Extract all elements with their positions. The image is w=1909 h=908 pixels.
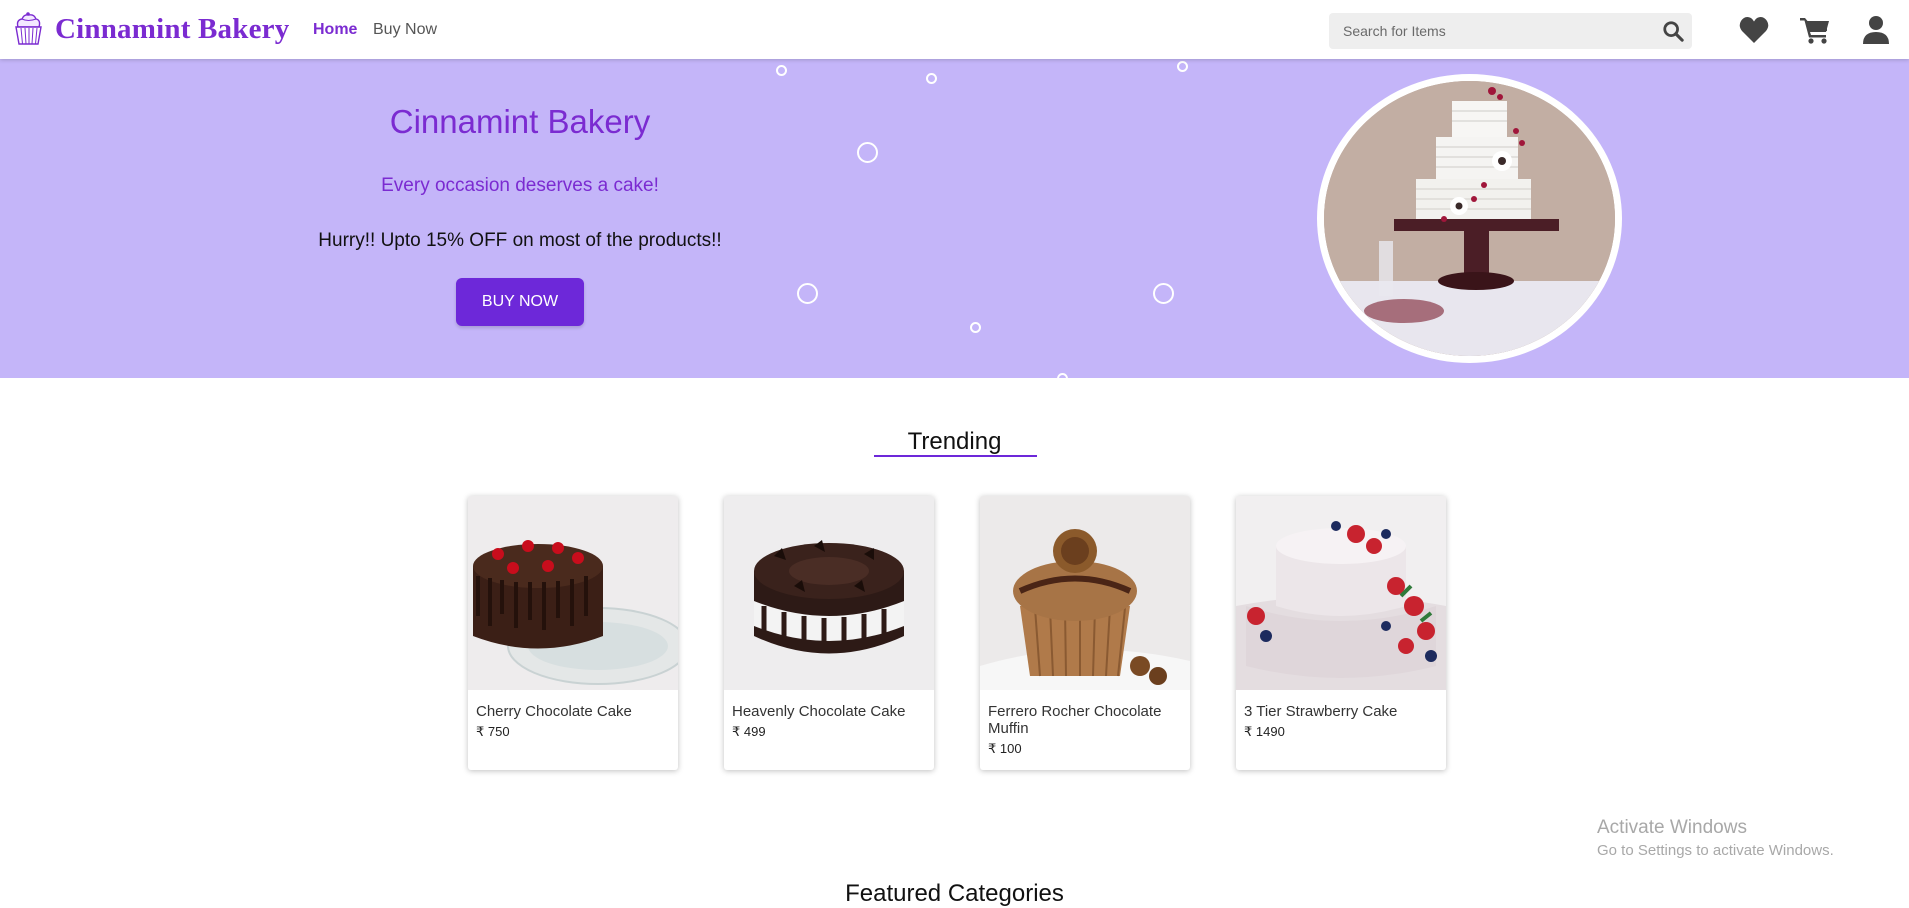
nav-link-home[interactable]: Home xyxy=(313,21,357,39)
nav-link-buy-now[interactable]: Buy Now xyxy=(373,21,437,39)
product-card[interactable]: Heavenly Chocolate Cake ₹ 499 xyxy=(724,496,934,770)
hero-cake-image xyxy=(1317,74,1622,363)
product-price: ₹ 499 xyxy=(732,724,766,739)
product-image xyxy=(468,496,678,690)
bubble-decoration xyxy=(797,283,818,304)
product-name: 3 Tier Strawberry Cake xyxy=(1244,703,1398,720)
brand-name: Cinnamint Bakery xyxy=(55,12,290,45)
hero-title: Cinnamint Bakery xyxy=(389,103,651,140)
bubble-decoration xyxy=(1177,61,1188,72)
product-price: ₹ 750 xyxy=(476,724,510,739)
product-card[interactable]: Ferrero Rocher Chocolate Muffin ₹ 100 xyxy=(980,496,1190,770)
bubble-decoration xyxy=(970,322,981,333)
product-price: ₹ 1490 xyxy=(1244,724,1285,739)
product-card[interactable]: Cherry Chocolate Cake ₹ 750 xyxy=(468,496,678,770)
product-name: Heavenly Chocolate Cake xyxy=(732,703,906,720)
bubble-decoration xyxy=(1057,373,1068,378)
windows-activation-watermark: Activate Windows xyxy=(1597,817,1747,838)
windows-activation-hint: Go to Settings to activate Windows. xyxy=(1597,842,1834,859)
bubble-decoration xyxy=(776,65,787,76)
product-name: Cherry Chocolate Cake xyxy=(476,703,632,720)
bubble-decoration xyxy=(926,73,937,84)
product-price: ₹ 100 xyxy=(988,741,1022,756)
brand[interactable]: Cinnamint Bakery xyxy=(10,11,289,47)
product-card[interactable]: 3 Tier Strawberry Cake ₹ 1490 xyxy=(1236,496,1446,770)
product-image xyxy=(724,496,934,690)
cart-icon[interactable] xyxy=(1800,16,1830,44)
search-bar xyxy=(1329,13,1692,49)
hero-offer-text: Hurry!! Upto 15% OFF on most of the prod… xyxy=(318,230,722,251)
hero-subtitle: Every occasion deserves a cake! xyxy=(381,175,659,196)
cupcake-logo-icon xyxy=(15,12,42,45)
bubble-decoration xyxy=(1153,283,1174,304)
featured-categories-title: Featured Categories xyxy=(845,880,1064,907)
heart-icon[interactable] xyxy=(1739,16,1769,44)
search-icon[interactable] xyxy=(1662,20,1684,42)
trending-underline xyxy=(874,455,1037,457)
product-image xyxy=(980,496,1190,690)
trending-title: Trending xyxy=(907,428,1002,455)
user-icon[interactable] xyxy=(1861,16,1891,44)
search-input[interactable] xyxy=(1329,13,1649,49)
product-image xyxy=(1236,496,1446,690)
buy-now-button[interactable]: BUY NOW xyxy=(456,278,584,326)
hero-banner: Cinnamint Bakery Every occasion deserves… xyxy=(0,59,1909,378)
product-name: Ferrero Rocher Chocolate Muffin xyxy=(988,703,1162,737)
bubble-decoration xyxy=(857,142,878,163)
navbar: Cinnamint Bakery Home Buy Now xyxy=(0,0,1909,59)
